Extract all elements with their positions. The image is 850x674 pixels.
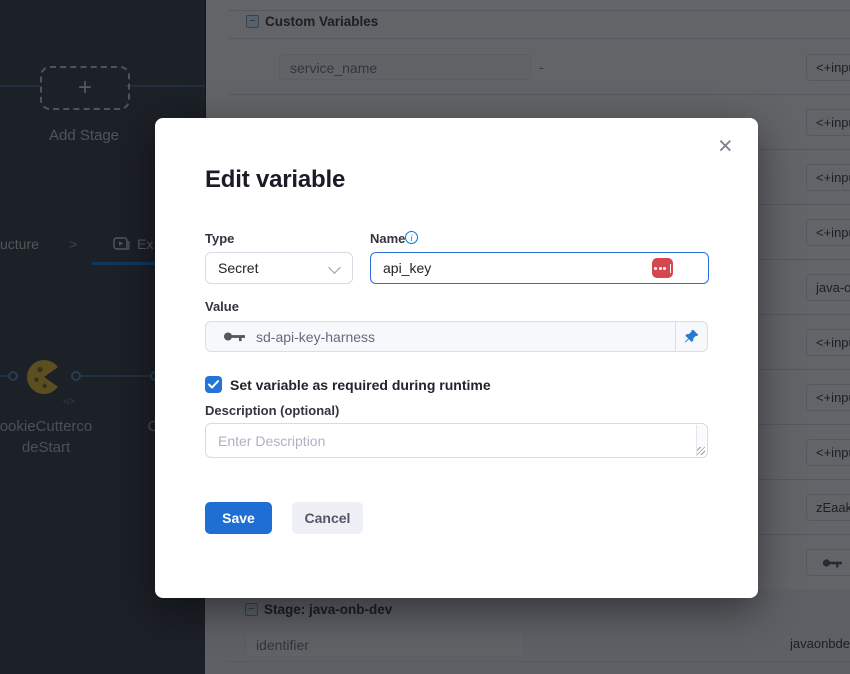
type-selected-value: Secret bbox=[218, 260, 258, 276]
pipeline-studio-screen: + Add Stage ucture > Ex </> ookieCutterc… bbox=[0, 0, 850, 674]
value-label: Value bbox=[205, 299, 239, 314]
description-label: Description (optional) bbox=[205, 403, 339, 418]
resize-handle-icon[interactable] bbox=[697, 447, 705, 455]
key-icon bbox=[222, 329, 248, 344]
required-checkbox-label[interactable]: Set variable as required during runtime bbox=[230, 377, 491, 393]
description-textarea[interactable]: Enter Description bbox=[205, 423, 708, 458]
required-checkbox[interactable] bbox=[205, 376, 222, 393]
runtime-input-type-icon[interactable] bbox=[652, 258, 673, 278]
check-icon bbox=[208, 380, 219, 389]
pin-button[interactable] bbox=[675, 322, 707, 351]
close-icon[interactable]: × bbox=[718, 136, 733, 156]
secret-value-field[interactable]: sd-api-key-harness bbox=[205, 321, 708, 352]
dialog-title: Edit variable bbox=[205, 166, 345, 194]
save-button[interactable]: Save bbox=[205, 502, 272, 534]
name-label: Name bbox=[370, 231, 405, 246]
cancel-button[interactable]: Cancel bbox=[292, 502, 363, 534]
chevron-down-icon bbox=[328, 261, 341, 274]
type-select[interactable]: Secret bbox=[205, 252, 353, 284]
type-label: Type bbox=[205, 231, 234, 246]
name-input-value: api_key bbox=[383, 260, 431, 276]
name-input[interactable]: api_key bbox=[370, 252, 709, 284]
edit-variable-dialog: × Edit variable Type Name i Secret api_k… bbox=[155, 118, 758, 598]
description-placeholder: Enter Description bbox=[218, 433, 325, 449]
pin-icon bbox=[684, 329, 699, 344]
info-icon[interactable]: i bbox=[405, 231, 418, 244]
secret-name-text: sd-api-key-harness bbox=[256, 329, 375, 345]
